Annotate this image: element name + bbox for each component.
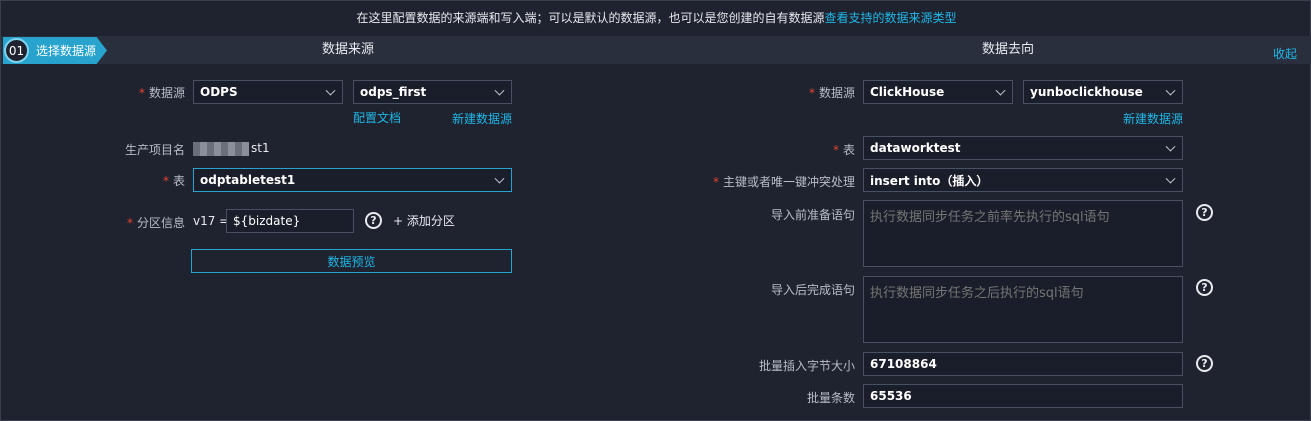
question-circle-icon[interactable]: ? <box>365 212 382 229</box>
source-datasource-label: * 数据源 <box>138 86 185 100</box>
chevron-down-icon <box>494 173 505 184</box>
source-new-datasource-link[interactable]: 新建数据源 <box>452 110 512 127</box>
data-preview-button[interactable]: 数据预览 <box>191 249 512 273</box>
question-circle-icon[interactable]: ? <box>1196 355 1213 372</box>
chevron-down-icon <box>1165 173 1176 184</box>
batch-bytes-value: 67108864 <box>870 357 937 371</box>
config-doc-link[interactable]: 配置文档 <box>353 109 401 126</box>
post-sql-label: 导入后完成语句 <box>770 283 855 297</box>
source-section-title: 数据来源 <box>322 42 375 57</box>
chevron-down-icon <box>494 85 505 96</box>
target-datasource-name-value: yunboclickhouse <box>1030 85 1143 99</box>
pre-sql-label: 导入前准备语句 <box>770 208 855 222</box>
conflict-handling-select[interactable]: insert into（插入） <box>863 168 1183 192</box>
pre-sql-textarea[interactable] <box>863 200 1183 267</box>
top-banner: 在这里配置数据的来源端和写入端；可以是默认的数据源，也可以是您创建的自有数据源 … <box>1 1 1311 33</box>
target-datasource-type-select[interactable]: ClickHouse <box>863 80 1013 104</box>
batch-count-value: 65536 <box>870 389 912 403</box>
target-table-value: dataworktest <box>870 141 961 155</box>
step-number: 01 <box>4 38 29 63</box>
post-sql-textarea[interactable] <box>863 276 1183 343</box>
question-circle-icon[interactable]: ? <box>1196 204 1213 221</box>
question-circle-icon[interactable]: ? <box>1196 279 1213 296</box>
add-partition-button[interactable]: + 添加分区 <box>393 212 455 229</box>
chevron-down-icon <box>995 85 1006 96</box>
project-name-value: st1 <box>193 141 270 156</box>
conflict-label: * 主键或者唯一键冲突处理 <box>712 175 855 189</box>
section-header-bar <box>1 36 1311 64</box>
target-datasource-name-select[interactable]: yunboclickhouse <box>1023 80 1183 104</box>
target-datasource-type-value: ClickHouse <box>870 85 945 99</box>
step-indicator: 01 选择数据源 <box>3 37 107 64</box>
banner-text: 在这里配置数据的来源端和写入端；可以是默认的数据源，也可以是您创建的自有数据源 <box>356 10 825 25</box>
target-datasource-label: * 数据源 <box>808 86 855 100</box>
partition-label: * 分区信息 <box>126 216 185 230</box>
source-table-value: odptabletest1 <box>200 173 296 187</box>
target-section-title: 数据去向 <box>982 42 1035 57</box>
target-table-label: * 表 <box>832 143 855 157</box>
chevron-down-icon <box>1165 85 1176 96</box>
partition-value: ${bizdate} <box>233 214 301 228</box>
source-datasource-type-value: ODPS <box>200 85 238 99</box>
project-name-label: 生产项目名 <box>124 143 185 157</box>
partition-value-input[interactable]: ${bizdate} <box>226 209 354 233</box>
chevron-down-icon <box>325 85 336 96</box>
target-new-datasource-link[interactable]: 新建数据源 <box>1123 110 1183 127</box>
conflict-handling-value: insert into（插入） <box>870 173 989 188</box>
batch-bytes-label: 批量插入字节大小 <box>758 359 855 373</box>
source-datasource-type-select[interactable]: ODPS <box>193 80 343 104</box>
target-table-select[interactable]: dataworktest <box>863 136 1183 160</box>
source-table-label: * 表 <box>162 174 185 188</box>
batch-count-input[interactable]: 65536 <box>863 384 1183 408</box>
masked-text <box>193 141 249 156</box>
supported-sources-link[interactable]: 查看支持的数据来源类型 <box>825 9 957 26</box>
batch-bytes-input[interactable]: 67108864 <box>863 352 1183 376</box>
collapse-link[interactable]: 收起 <box>1273 45 1297 62</box>
source-datasource-name-value: odps_first <box>360 85 427 99</box>
step-label: 选择数据源 <box>36 44 97 58</box>
source-datasource-name-select[interactable]: odps_first <box>353 80 512 104</box>
batch-count-label: 批量条数 <box>806 391 855 405</box>
source-table-select[interactable]: odptabletest1 <box>193 168 512 192</box>
chevron-down-icon <box>1165 141 1176 152</box>
partition-key: v17 = <box>193 214 230 228</box>
